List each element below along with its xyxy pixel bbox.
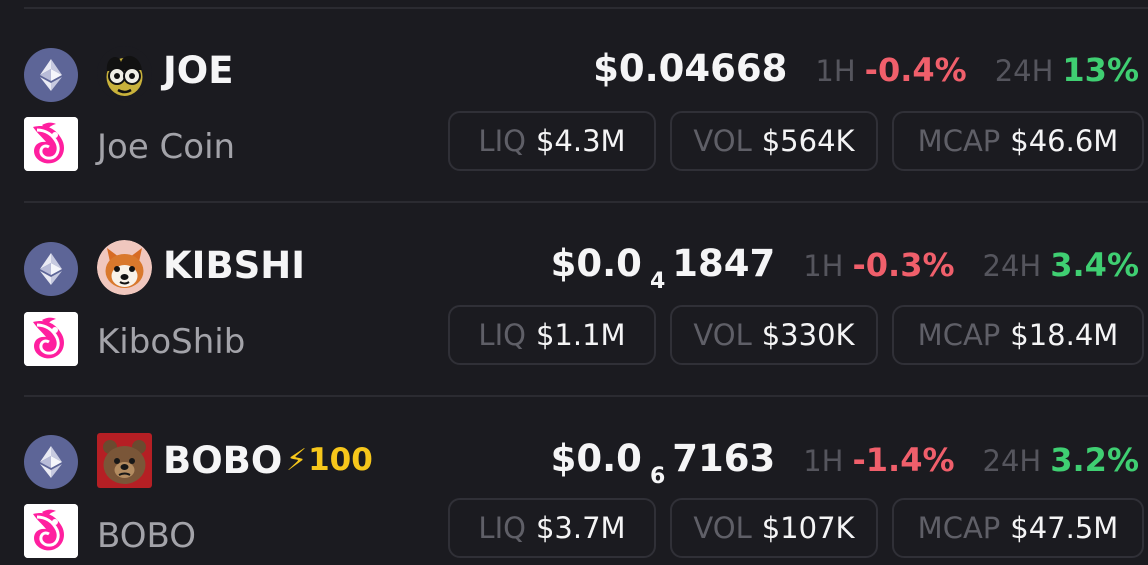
uniswap-logo-svg (24, 117, 78, 171)
ethereum-icon (24, 435, 78, 489)
shiba-token-icon (97, 240, 152, 295)
price-significant-digits: 1847 (672, 242, 776, 285)
liquidity-label: LIQ (478, 123, 526, 158)
volume-value: $564K (761, 123, 855, 158)
price-change-line: $0.0 4 1847 1H -0.3% 24H 3.4% (551, 245, 1139, 293)
ethereum-icon (24, 48, 78, 102)
market-cap-value: $46.6M (1010, 123, 1119, 158)
liquidity-stat: LIQ $1.1M (448, 305, 656, 365)
uniswap-icon (24, 504, 78, 558)
joe-token-art (97, 46, 152, 101)
market-cap-value: $47.5M (1010, 510, 1119, 545)
joe-token-icon (97, 46, 152, 101)
token-price: $0.0 4 1847 (551, 245, 776, 293)
token-symbol: BOBO (163, 439, 283, 482)
ethereum-logo-svg (40, 253, 62, 285)
change-1h-label: 1H (803, 444, 844, 478)
change-24h-label: 24H (982, 249, 1042, 283)
price-change-line: $0.04668 1H -0.4% 24H 13% (593, 50, 1139, 87)
token-symbol: KIBSHI (163, 244, 306, 287)
ethereum-logo-svg (40, 59, 62, 91)
uniswap-icon (24, 117, 78, 171)
price-prefix: $0.0 (550, 242, 642, 285)
token-name: Joe Coin (97, 127, 236, 167)
market-cap-label: MCAP (917, 317, 1001, 352)
market-cap-label: MCAP (917, 510, 1001, 545)
volume-value: $107K (761, 510, 855, 545)
token-list-screen: JOE $0.04668 1H -0.4% 24H 13% Joe Coin L… (0, 0, 1148, 565)
market-cap-stat: MCAP $47.5M (892, 498, 1144, 558)
uniswap-icon (24, 312, 78, 366)
change-1h-value: -0.4% (864, 51, 967, 89)
token-row-bobo[interactable]: BOBO ⚡100 $0.0 6 7163 1H -1.4% 24H 3.2% BO… (0, 397, 1148, 565)
token-symbol: JOE (163, 49, 234, 92)
liquidity-stat: LIQ $3.7M (448, 498, 656, 558)
change-1h-value: -1.4% (852, 441, 955, 479)
market-cap-value: $18.4M (1010, 317, 1119, 352)
volume-stat: VOL $107K (670, 498, 878, 558)
volume-stat: VOL $330K (670, 305, 878, 365)
token-name: BOBO (97, 516, 196, 556)
liquidity-value: $3.7M (535, 510, 626, 545)
liquidity-value: $1.1M (535, 317, 626, 352)
liquidity-label: LIQ (478, 510, 526, 545)
lightning-icon: ⚡ (286, 443, 308, 478)
price-significant-digits: 7163 (672, 437, 776, 480)
change-24h-label: 24H (982, 444, 1042, 478)
price-prefix: $0.0 (550, 437, 642, 480)
volume-stat: VOL $564K (670, 111, 878, 171)
change-24h-label: 24H (994, 54, 1054, 88)
market-cap-label: MCAP (917, 123, 1001, 158)
price-zero-count: 6 (649, 464, 666, 489)
token-name: KiboShib (97, 322, 246, 362)
uniswap-logo-svg (24, 504, 78, 558)
volume-label: VOL (693, 123, 752, 158)
ethereum-logo-svg (40, 446, 62, 478)
liquidity-value: $4.3M (535, 123, 626, 158)
boost-value: 100 (308, 442, 373, 478)
token-row-joe[interactable]: JOE $0.04668 1H -0.4% 24H 13% Joe Coin L… (0, 8, 1148, 188)
market-cap-stat: MCAP $46.6M (892, 111, 1144, 171)
volume-label: VOL (693, 510, 752, 545)
token-price: $0.04668 (593, 47, 788, 90)
shiba-token-art (97, 240, 152, 295)
change-24h-value: 3.2% (1050, 441, 1139, 479)
liquidity-label: LIQ (478, 317, 526, 352)
ethereum-icon (24, 242, 78, 296)
token-row-kibshi[interactable]: KIBSHI $0.0 4 1847 1H -0.3% 24H 3.4% KiboS… (0, 203, 1148, 383)
volume-value: $330K (761, 317, 855, 352)
market-cap-stat: MCAP $18.4M (892, 305, 1144, 365)
price-change-line: $0.0 6 7163 1H -1.4% 24H 3.2% (551, 440, 1139, 488)
liquidity-stat: LIQ $4.3M (448, 111, 656, 171)
uniswap-logo-svg (24, 312, 78, 366)
change-24h-value: 13% (1062, 51, 1139, 89)
bear-token-art (97, 433, 152, 488)
change-1h-label: 1H (815, 54, 856, 88)
change-24h-value: 3.4% (1050, 246, 1139, 284)
change-1h-label: 1H (803, 249, 844, 283)
bear-token-icon (97, 433, 152, 488)
price-zero-count: 4 (649, 269, 666, 294)
change-1h-value: -0.3% (852, 246, 955, 284)
token-price: $0.0 6 7163 (551, 440, 776, 488)
boost-badge: ⚡100 (286, 445, 373, 476)
volume-label: VOL (693, 317, 752, 352)
